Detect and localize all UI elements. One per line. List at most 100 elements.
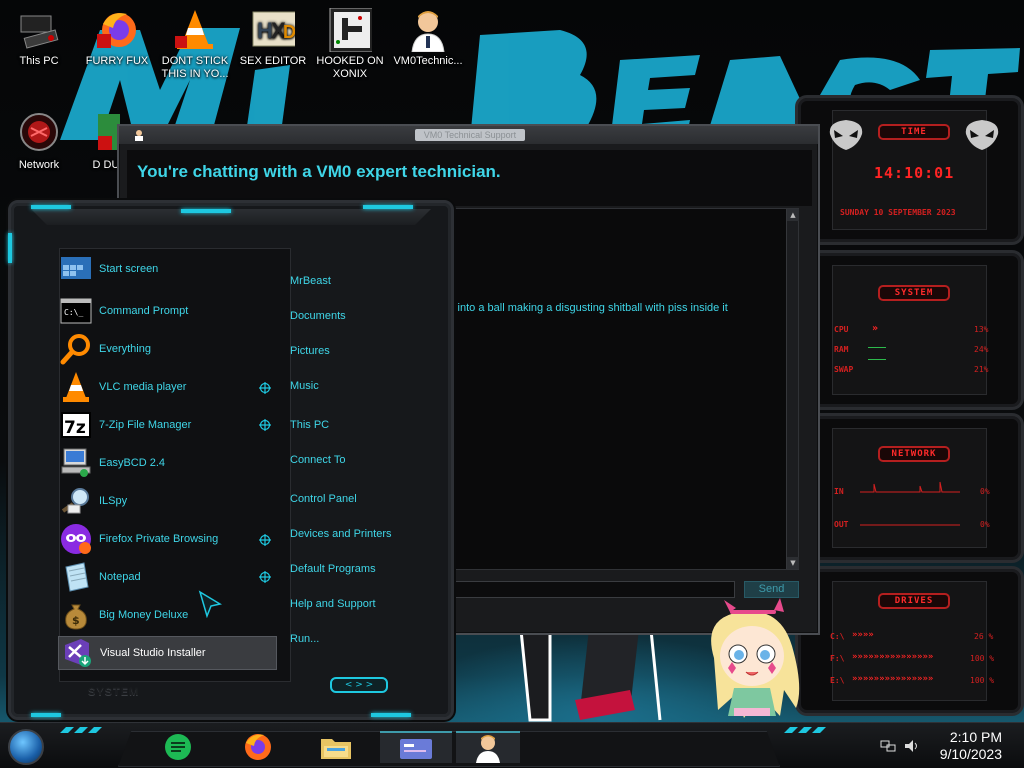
chat-scrollbar[interactable]: ▲ ▼ xyxy=(786,209,799,569)
start-menu-item-7zip[interactable]: 7z 7-Zip File Manager xyxy=(58,408,284,442)
start-menu-item-label: Big Money Deluxe xyxy=(99,609,189,621)
taskbar-technician[interactable] xyxy=(456,731,520,763)
volume-tray-icon[interactable] xyxy=(904,739,920,753)
technician-icon xyxy=(406,8,450,53)
taskbar-firefox[interactable] xyxy=(240,731,276,763)
desktop-icon-label: DONT STICK THIS IN YO... xyxy=(161,55,229,80)
drive-e-label: E:\ xyxy=(830,676,845,685)
start-menu-item-label: EasyBCD 2.4 xyxy=(99,457,166,469)
network-in-label: IN xyxy=(834,487,844,496)
desktop-icon-network[interactable]: Network xyxy=(1,112,77,172)
drive-e-value: 100 % xyxy=(970,676,995,685)
network-in-graph xyxy=(860,481,960,493)
submenu-arrow-icon[interactable] xyxy=(259,571,271,583)
window-card-icon xyxy=(400,739,432,759)
desktop-icon-sex-editor[interactable]: HXD SEX EDITOR xyxy=(235,8,311,68)
hex-editor-icon: HXD xyxy=(251,8,298,52)
start-link-devices-printers[interactable]: Devices and Printers xyxy=(290,528,392,540)
7zip-icon: 7z xyxy=(60,409,92,441)
start-menu-item-label: Start screen xyxy=(99,263,159,275)
start-menu-frame xyxy=(31,209,431,225)
taskbar: 2:10 PM 9/10/2023 xyxy=(0,722,1024,768)
start-link-control-panel[interactable]: Control Panel xyxy=(290,493,357,505)
desktop-icon-furry-fux[interactable]: FURRY FUX xyxy=(79,8,155,68)
network-tray-icon[interactable] xyxy=(880,739,896,753)
start-menu-item-vlc[interactable]: VLC media player xyxy=(58,370,284,404)
start-orb-button[interactable] xyxy=(8,729,44,765)
start-menu-item-ilspy[interactable]: ILSpy xyxy=(58,484,284,518)
time-gadget-clock: 14:10:01 xyxy=(874,164,955,182)
desktop-icon-label: This PC xyxy=(19,55,59,67)
desktop-icon-vm0-technician[interactable]: VM0Technic... xyxy=(390,8,466,68)
start-link-music[interactable]: Music xyxy=(290,380,319,392)
firefox-icon xyxy=(245,734,271,760)
chat-title-bar[interactable]: VM0 Technical Support xyxy=(119,126,818,144)
desktop-icon-label: FURRY FUX xyxy=(85,55,149,67)
system-gadget: SYSTEM CPU » 13% RAM 24% SWAP 21% xyxy=(795,250,1024,410)
start-menu-system-label: SYSTEM xyxy=(88,686,140,698)
submenu-arrow-icon[interactable] xyxy=(259,382,271,394)
drive-f-arrows: »»»»»»»»»»»»»»» xyxy=(852,652,934,662)
ram-label: RAM xyxy=(834,345,849,354)
start-link-documents[interactable]: Documents xyxy=(290,310,346,322)
taskbar-notes-app[interactable] xyxy=(160,731,196,763)
visual-studio-installer-icon xyxy=(61,637,93,669)
taskbar-date: 9/10/2023 xyxy=(939,746,1002,762)
scroll-down-icon[interactable]: ▼ xyxy=(787,557,799,569)
swap-graph xyxy=(868,359,886,360)
start-menu-item-easybcd[interactable]: EasyBCD 2.4 xyxy=(58,446,284,480)
svg-text:7z: 7z xyxy=(64,418,86,438)
network-gadget: NETWORK IN 0% OUT 0% xyxy=(795,413,1024,563)
firefox-private-icon xyxy=(60,523,92,555)
start-link-this-pc[interactable]: This PC xyxy=(290,419,329,431)
submenu-arrow-icon[interactable] xyxy=(259,534,271,546)
start-menu-item-label: Visual Studio Installer xyxy=(100,647,206,659)
start-menu-item-firefox-private[interactable]: Firefox Private Browsing xyxy=(58,522,284,556)
time-gadget-title: TIME xyxy=(878,124,950,140)
start-link-mrbeast[interactable]: MrBeast xyxy=(290,275,331,287)
network-icon xyxy=(17,112,61,156)
start-menu-item-big-money[interactable]: $ Big Money Deluxe xyxy=(58,598,284,632)
start-link-default-programs[interactable]: Default Programs xyxy=(290,563,376,575)
desktop-icon-label: SEX EDITOR xyxy=(239,55,307,67)
start-menu-item-label: Firefox Private Browsing xyxy=(99,533,219,545)
svg-text:D: D xyxy=(283,22,295,42)
network-out-graph xyxy=(860,524,960,526)
send-button[interactable]: Send xyxy=(744,581,799,598)
start-link-pictures[interactable]: Pictures xyxy=(290,345,330,357)
start-menu-item-command-prompt[interactable]: C:\_ Command Prompt xyxy=(58,294,284,328)
desktop-icon-d-du[interactable]: D DU xyxy=(74,112,120,172)
desktop-icon-dont-stick[interactable]: DONT STICK THIS IN YO... xyxy=(157,8,233,81)
file-explorer-icon xyxy=(321,739,351,759)
start-link-connect-to[interactable]: Connect To xyxy=(290,454,345,466)
start-menu-item-start-screen[interactable]: Start screen xyxy=(58,252,284,286)
taskbar-clock[interactable]: 2:10 PM 9/10/2023 xyxy=(940,729,1002,763)
start-menu-item-label: Notepad xyxy=(99,571,141,583)
taskbar-file-explorer[interactable] xyxy=(318,731,354,763)
start-menu-item-label: Command Prompt xyxy=(99,305,189,317)
taskbar-window-card[interactable] xyxy=(380,731,452,763)
start-menu-accent xyxy=(31,205,71,209)
start-screen-icon xyxy=(60,253,92,285)
scroll-up-icon[interactable]: ▲ xyxy=(787,209,799,221)
vlc-cone-icon xyxy=(60,371,92,403)
drives-gadget: DRIVES C:\ »»»» 26 % F:\ »»»»»»»»»»»»»»»… xyxy=(795,566,1024,716)
mouse-cursor-icon xyxy=(198,590,222,618)
start-link-help-support[interactable]: Help and Support xyxy=(290,598,376,610)
start-menu-item-label: 7-Zip File Manager xyxy=(99,419,192,431)
start-link-run[interactable]: Run... xyxy=(290,633,319,645)
cpu-label: CPU xyxy=(834,325,849,334)
time-gadget: TIME 14:10:01 SUNDAY 10 SEPTEMBER 2023 xyxy=(795,95,1024,245)
drive-e-arrows: »»»»»»»»»»»»»»» xyxy=(852,674,934,684)
desktop-icon-xonix[interactable]: HOOKED ON XONIX xyxy=(312,7,388,81)
desktop-icon-label: VM0Technic... xyxy=(393,55,463,67)
start-menu-item-everything[interactable]: Everything xyxy=(58,332,284,366)
taskbar-accent xyxy=(784,727,826,733)
computer-icon xyxy=(17,8,61,52)
desktop-icon-this-pc[interactable]: This PC xyxy=(1,8,77,68)
start-menu-nav-arrows[interactable]: < > > xyxy=(330,677,388,693)
start-menu-item-visual-studio-installer[interactable]: Visual Studio Installer xyxy=(58,636,277,670)
submenu-arrow-icon[interactable] xyxy=(259,419,271,431)
start-menu-item-notepad[interactable]: Notepad xyxy=(58,560,284,594)
ram-value: 24% xyxy=(974,345,989,354)
